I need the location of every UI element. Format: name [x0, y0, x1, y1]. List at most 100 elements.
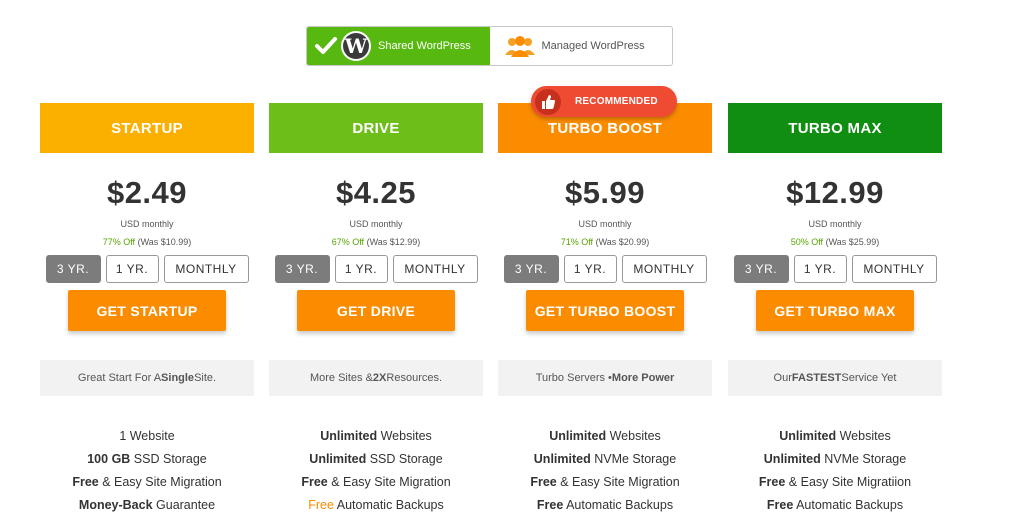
- period-3yr-button[interactable]: 3 YR.: [733, 255, 789, 283]
- tagline-highlight: 2X: [372, 372, 387, 384]
- plan-price: $5.99: [564, 175, 646, 210]
- feature-highlight: Unlimited: [309, 452, 367, 466]
- feature-item: Free Automatic Backups: [728, 494, 942, 513]
- plan-term: USD monthly: [808, 219, 862, 229]
- plan-header: DRIVE: [269, 103, 483, 153]
- get-turbo-boost-button[interactable]: GET TURBO BOOST: [526, 290, 684, 331]
- feature-highlight: Unlimited: [763, 452, 821, 466]
- plan-tagline: Great Start For A Single Site.: [40, 360, 254, 396]
- feature-highlight: Unlimited: [533, 452, 591, 466]
- recommended-label: RECOMMENDED: [575, 96, 658, 107]
- feature-list: Unlimited Websites Unlimited SSD Storage…: [269, 425, 483, 513]
- feature-text: Automatic Backups: [563, 498, 674, 512]
- feature-item: 1 Website: [40, 425, 254, 448]
- period-1yr-button[interactable]: 1 YR.: [334, 255, 388, 283]
- tagline-highlight: More Power: [611, 372, 675, 384]
- feature-text: Automatic Backups: [333, 498, 444, 512]
- period-selector: 3 YR. 1 YR. MONTHLY: [498, 255, 712, 283]
- feature-highlight: Unlimited: [320, 429, 378, 443]
- feature-list: 1 Website 100 GB SSD Storage Free & Easy…: [40, 425, 254, 513]
- discount-percent: 50% Off: [790, 237, 824, 247]
- feature-text: & Easy Site Migration: [98, 475, 222, 489]
- get-drive-button[interactable]: GET DRIVE: [297, 290, 455, 331]
- discount-was: (Was $25.99): [825, 237, 880, 247]
- plan-discount: 50% Off (Was $25.99): [728, 237, 942, 247]
- feature-text: Websites: [836, 429, 891, 443]
- plan-card-turbo-boost: TURBO BOOST $5.99 USD monthly 71% Off (W…: [498, 103, 712, 513]
- feature-list: Unlimited Websites Unlimited NVMe Storag…: [728, 425, 942, 513]
- users-group-icon: [502, 35, 538, 57]
- plan-header: STARTUP: [40, 103, 254, 153]
- plan-discount: 67% Off (Was $12.99): [269, 237, 483, 247]
- managed-wordpress-label: Managed WordPress: [541, 40, 645, 52]
- checkmark-icon: [312, 37, 340, 55]
- plan-tagline: More Sites & 2X Resources.: [269, 360, 483, 396]
- feature-highlight: Unlimited: [779, 429, 837, 443]
- period-selector: 3 YR. 1 YR. MONTHLY: [40, 255, 254, 283]
- period-monthly-button[interactable]: MONTHLY: [621, 255, 707, 283]
- get-turbo-max-button[interactable]: GET TURBO MAX: [756, 290, 914, 331]
- get-startup-button[interactable]: GET STARTUP: [68, 290, 226, 331]
- feature-highlight: 100 GB: [87, 452, 131, 466]
- feature-item: Free & Easy Site Migration: [498, 471, 712, 494]
- plan-card-drive: DRIVE $4.25 USD monthly 67% Off (Was $12…: [269, 103, 483, 513]
- plan-price: $12.99: [786, 175, 884, 210]
- feature-text: Website: [126, 429, 175, 443]
- tagline-text: Great Start For A: [77, 372, 162, 384]
- feature-text: Automatic Backups: [793, 498, 904, 512]
- tagline-text: Site.: [194, 372, 217, 384]
- period-1yr-button[interactable]: 1 YR.: [563, 255, 617, 283]
- feature-highlight: Free: [536, 498, 564, 512]
- feature-text: SSD Storage: [130, 452, 207, 466]
- feature-item: Free Automatic Backups: [269, 494, 483, 513]
- tagline-text: More Sites &: [309, 372, 373, 384]
- hosting-type-toggle: W Shared WordPress Managed WordPress: [306, 26, 673, 66]
- period-monthly-button[interactable]: MONTHLY: [163, 255, 249, 283]
- plan-price: $4.25: [335, 175, 417, 210]
- discount-was: (Was $12.99): [366, 237, 421, 247]
- feature-item: Free & Easy Site Migration: [269, 471, 483, 494]
- period-selector: 3 YR. 1 YR. MONTHLY: [269, 255, 483, 283]
- wordpress-logo-icon: W: [340, 30, 372, 62]
- discount-was: (Was $10.99): [137, 237, 192, 247]
- tagline-text: Turbo Servers •: [535, 372, 612, 384]
- feature-item: Unlimited NVMe Storage: [498, 448, 712, 471]
- shared-wordpress-tab[interactable]: W Shared WordPress: [307, 27, 490, 65]
- tagline-highlight: Single: [161, 372, 195, 384]
- period-monthly-button[interactable]: MONTHLY: [851, 255, 937, 283]
- shared-wordpress-label: Shared WordPress: [378, 40, 471, 52]
- period-3yr-button[interactable]: 3 YR.: [503, 255, 559, 283]
- plan-card-turbo-max: TURBO MAX $12.99 USD monthly 50% Off (Wa…: [728, 103, 942, 513]
- period-1yr-button[interactable]: 1 YR.: [793, 255, 847, 283]
- tagline-text: Resources.: [386, 372, 443, 384]
- feature-text: NVMe Storage: [820, 452, 907, 466]
- period-3yr-button[interactable]: 3 YR.: [45, 255, 101, 283]
- period-monthly-button[interactable]: MONTHLY: [392, 255, 478, 283]
- plan-tagline: Our FASTEST Service Yet: [728, 360, 942, 396]
- period-1yr-button[interactable]: 1 YR.: [105, 255, 159, 283]
- feature-item: Money-Back Guarantee: [40, 494, 254, 513]
- feature-highlight: Free: [301, 475, 328, 489]
- period-3yr-button[interactable]: 3 YR.: [274, 255, 330, 283]
- feature-item: Unlimited Websites: [728, 425, 942, 448]
- feature-text: Websites: [606, 429, 661, 443]
- tagline-text: Service Yet: [841, 372, 897, 384]
- managed-wordpress-tab[interactable]: Managed WordPress: [490, 27, 673, 65]
- feature-item: Unlimited Websites: [498, 425, 712, 448]
- plan-tagline: Turbo Servers • More Power: [498, 360, 712, 396]
- plan-term: USD monthly: [578, 219, 632, 229]
- period-selector: 3 YR. 1 YR. MONTHLY: [728, 255, 942, 283]
- svg-text:W: W: [344, 34, 368, 58]
- feature-item: Unlimited SSD Storage: [269, 448, 483, 471]
- feature-text: & Easy Site Migration: [327, 475, 451, 489]
- feature-text: SSD Storage: [366, 452, 443, 466]
- discount-was: (Was $20.99): [595, 237, 650, 247]
- feature-item: Unlimited NVMe Storage: [728, 448, 942, 471]
- tagline-text: Our: [773, 372, 792, 384]
- feature-item: Free & Easy Site Migration: [40, 471, 254, 494]
- feature-highlight: Free: [758, 475, 786, 489]
- feature-item: 100 GB SSD Storage: [40, 448, 254, 471]
- plan-card-startup: STARTUP $2.49 USD monthly 77% Off (Was $…: [40, 103, 254, 513]
- plan-discount: 71% Off (Was $20.99): [498, 237, 712, 247]
- feature-item: Free & Easy Site Migratiion: [728, 471, 942, 494]
